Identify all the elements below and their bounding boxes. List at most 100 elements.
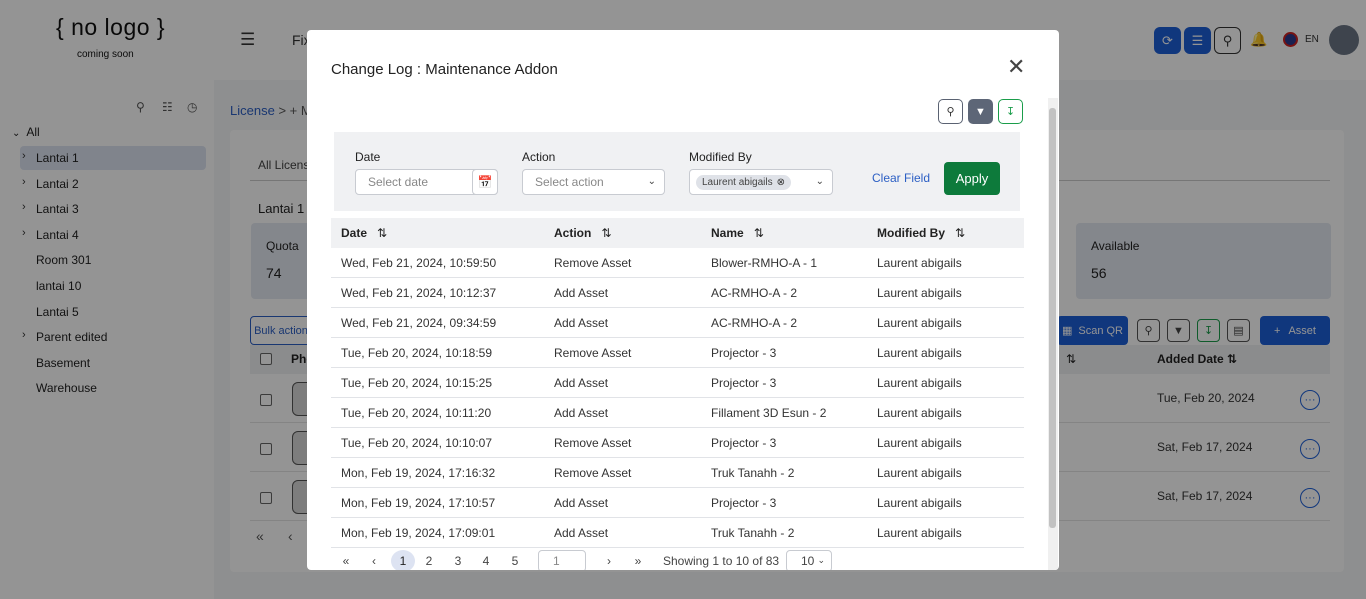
page-number[interactable]: 5 [505,550,525,570]
showing-text: Showing 1 to 10 of 83 [663,554,780,568]
calendar-icon[interactable]: 📅 [472,169,498,195]
download-icon[interactable]: ↧ [998,99,1023,124]
table-row: Tue, Feb 20, 2024, 10:10:07 Remove Asset P… [331,428,1024,458]
modified-by-chip[interactable]: Laurent abigails ⊗ [696,174,791,190]
clear-field-button[interactable]: Clear Field [872,171,930,185]
table-cell: Add Asset [554,375,609,390]
column-header-label: Name [711,226,744,240]
chip-label: Laurent abigails [702,176,773,188]
table-header: Date ⇅ Action ⇅ Name ⇅ Modified By ⇅ [331,218,1024,248]
table-cell: Remove Asset [554,345,632,360]
table-cell: Tue, Feb 20, 2024, 10:10:07 [341,435,493,450]
page-size-value: 10 [801,554,815,568]
table-cell: Blower-RMHO-A - 1 [711,255,818,270]
action-select[interactable]: Select action ⌄ [522,169,665,195]
page-input[interactable]: 1 [538,550,586,570]
table-row: Tue, Feb 20, 2024, 10:11:20 Add Asset Fill… [331,398,1024,428]
column-header[interactable]: Modified By ⇅ [877,218,965,248]
table-cell: Wed, Feb 21, 2024, 10:12:37 [341,285,497,300]
modal-title: Change Log : Maintenance Addon [331,61,558,78]
search-icon[interactable]: ⚲ [938,99,963,124]
table-cell: Remove Asset [554,255,632,270]
table-row: Tue, Feb 20, 2024, 10:15:25 Add Asset Proj… [331,368,1024,398]
column-header-label: Date [341,226,368,240]
table-cell: Projector - 3 [711,375,777,390]
table-row: Wed, Feb 21, 2024, 09:34:59 Add Asset AC-R… [331,308,1024,338]
table-cell: Laurent abigails [877,525,962,540]
table-row: Wed, Feb 21, 2024, 10:59:50 Remove Asset B… [331,248,1024,278]
last-page-icon[interactable]: » [629,550,647,570]
chip-remove-icon[interactable]: ⊗ [777,177,785,188]
date-placeholder: Select date [368,175,429,189]
table-cell: Wed, Feb 21, 2024, 10:59:50 [341,255,497,270]
table-cell: AC-RMHO-A - 2 [711,315,798,330]
table-cell: Laurent abigails [877,465,962,480]
table-cell: Add Asset [554,285,609,300]
table-cell: Mon, Feb 19, 2024, 17:16:32 [341,465,496,480]
table-cell: Add Asset [554,495,609,510]
table-cell: Remove Asset [554,435,632,450]
table-cell: Add Asset [554,525,609,540]
table-cell: Fillament 3D Esun - 2 [711,405,827,420]
chevron-down-icon: ⌄ [815,176,824,187]
table-cell: Projector - 3 [711,345,777,360]
sort-icon: ⇅ [377,226,388,240]
table-cell: Add Asset [554,405,609,420]
page-size-select[interactable]: 10 ⌄ [786,550,832,570]
table-cell: Laurent abigails [877,435,962,450]
table-cell: Laurent abigails [877,345,962,360]
next-page-icon[interactable]: › [601,550,617,570]
scrollbar-thumb[interactable] [1049,108,1056,528]
column-header-label: Action [554,226,592,240]
chevron-down-icon: ⌄ [647,176,656,187]
column-header-label: Modified By [877,226,945,240]
table-cell: Projector - 3 [711,435,777,450]
page-number[interactable]: 4 [476,550,496,570]
table-cell: Truk Tanahh - 2 [711,525,795,540]
table-cell: Add Asset [554,315,609,330]
table-cell: Tue, Feb 20, 2024, 10:18:59 [341,345,493,360]
page-number[interactable]: 1 [391,550,415,570]
table-cell: Laurent abigails [877,495,962,510]
table-cell: Projector - 3 [711,495,777,510]
first-page-icon[interactable]: « [337,550,355,570]
filter-icon[interactable]: ▼ [968,99,993,124]
table-cell: Laurent abigails [877,315,962,330]
table-cell: Tue, Feb 20, 2024, 10:11:20 [341,405,492,420]
table-cell: Mon, Feb 19, 2024, 17:10:57 [341,495,496,510]
table-cell: Laurent abigails [877,285,962,300]
table-cell: Wed, Feb 21, 2024, 09:34:59 [341,315,497,330]
close-icon[interactable]: ✕ [1007,56,1025,78]
sort-icon: ⇅ [601,226,612,240]
column-header[interactable]: Action ⇅ [554,218,611,248]
table-cell: Laurent abigails [877,255,962,270]
apply-button[interactable]: Apply [944,162,1000,195]
table-cell: AC-RMHO-A - 2 [711,285,798,300]
sort-icon: ⇅ [955,226,966,240]
action-filter-label: Action [522,150,556,164]
change-log-table: Date ⇅ Action ⇅ Name ⇅ Modified By ⇅ Wed, Feb 2… [331,218,1024,548]
prev-page-icon[interactable]: ‹ [365,550,383,570]
chevron-down-icon: ⌄ [817,555,825,565]
table-row: Mon, Feb 19, 2024, 17:10:57 Add Asset Proj… [331,488,1024,518]
table-row: Mon, Feb 19, 2024, 17:09:01 Add Asset Truk… [331,518,1024,548]
page-number[interactable]: 3 [448,550,468,570]
filter-panel: Date Select date 📅 Action Select action ⌄… [334,132,1020,211]
date-filter-label: Date [355,150,381,164]
modified-by-select[interactable]: Laurent abigails ⊗ ⌄ [689,169,833,195]
table-cell: Mon, Feb 19, 2024, 17:09:01 [341,525,496,540]
action-placeholder: Select action [535,175,604,189]
column-header[interactable]: Date ⇅ [341,218,387,248]
table-row: Tue, Feb 20, 2024, 10:18:59 Remove Asset P… [331,338,1024,368]
table-cell: Tue, Feb 20, 2024, 10:15:25 [341,375,493,390]
table-cell: Laurent abigails [877,405,962,420]
table-row: Wed, Feb 21, 2024, 10:12:37 Add Asset AC-R… [331,278,1024,308]
modified-by-label: Modified By [689,150,752,164]
page-number[interactable]: 2 [419,550,439,570]
sort-icon: ⇅ [753,226,764,240]
table-cell: Truk Tanahh - 2 [711,465,795,480]
table-cell: Remove Asset [554,465,632,480]
table-row: Mon, Feb 19, 2024, 17:16:32 Remove Asset T… [331,458,1024,488]
change-log-modal: Change Log : Maintenance Addon ✕ ⚲ ▼ ↧ D… [307,30,1059,570]
column-header[interactable]: Name ⇅ [711,218,764,248]
